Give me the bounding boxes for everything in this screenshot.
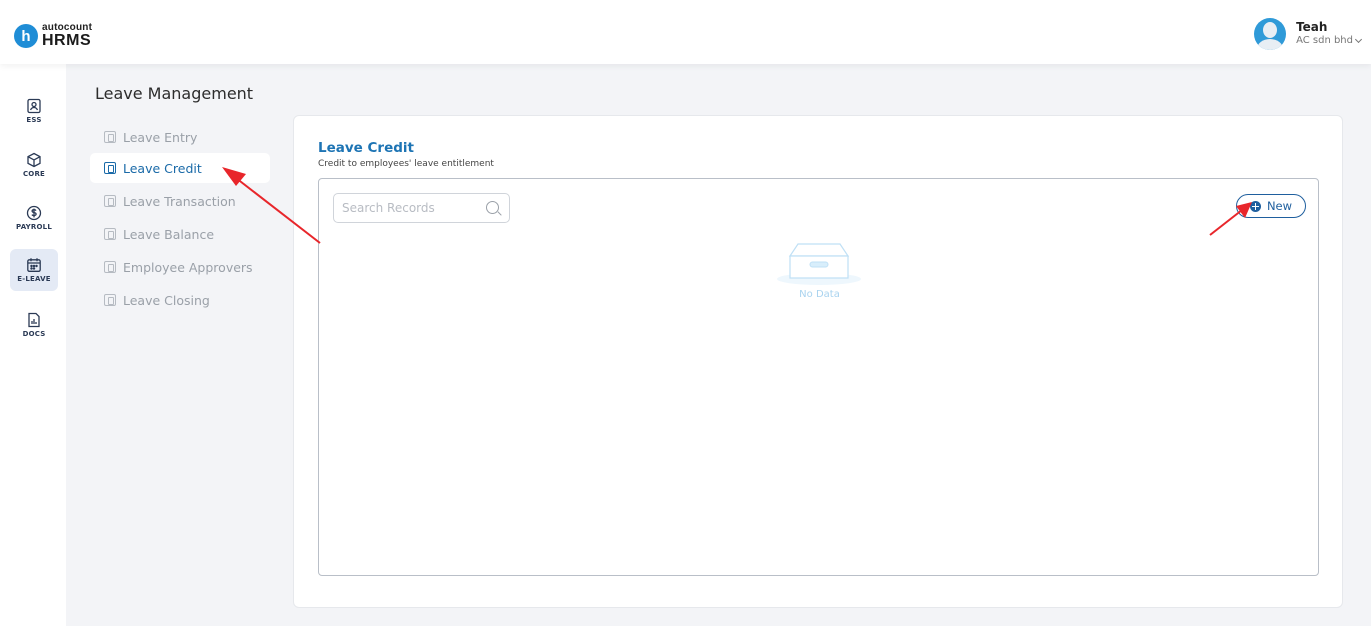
ess-icon <box>27 98 41 114</box>
rail-label: ESS <box>26 116 42 124</box>
top-header: h autocount HRMS Teah AC sdn bhd <box>0 0 1371 64</box>
new-button[interactable]: New <box>1236 194 1306 218</box>
document-icon <box>104 228 116 240</box>
document-icon <box>104 294 116 306</box>
new-button-label: New <box>1266 199 1293 213</box>
module-rail: ESS CORE PAYROLL E-LEAVE DOCS <box>0 64 66 626</box>
calendar-icon <box>27 258 41 272</box>
rail-label: E-LEAVE <box>17 275 51 283</box>
app-logo[interactable]: h autocount HRMS <box>14 22 92 50</box>
search-placeholder: Search Records <box>342 201 435 215</box>
submenu-label: Leave Balance <box>123 226 215 242</box>
submenu-label: Leave Transaction <box>123 193 236 209</box>
rail-item-payroll[interactable]: PAYROLL <box>10 197 58 239</box>
empty-box-icon <box>777 243 861 285</box>
document-icon <box>104 131 116 143</box>
submenu-item-leave-transaction[interactable]: Leave Transaction <box>90 186 270 216</box>
plus-circle-icon <box>1249 200 1261 212</box>
rail-label: CORE <box>22 170 46 178</box>
rail-item-core[interactable]: CORE <box>10 144 58 186</box>
rail-label: DOCS <box>22 330 46 338</box>
document-icon <box>104 261 116 273</box>
rail-label: PAYROLL <box>16 223 52 231</box>
user-menu[interactable]: Teah AC sdn bhd <box>1254 18 1363 50</box>
empty-state-text: No Data <box>799 289 840 300</box>
chevron-down-icon[interactable] <box>1354 35 1363 43</box>
dollar-icon <box>26 205 42 221</box>
records-panel: Search Records New No Data <box>318 178 1319 576</box>
submenu-item-leave-credit[interactable]: Leave Credit <box>90 153 270 183</box>
submenu-item-leave-closing[interactable]: Leave Closing <box>90 285 270 315</box>
rail-item-docs[interactable]: DOCS <box>10 304 58 346</box>
page-title: Leave Management <box>95 84 254 103</box>
docs-icon <box>28 312 40 328</box>
avatar[interactable] <box>1254 18 1287 50</box>
document-icon <box>104 195 116 207</box>
card-subtitle: Credit to employees' leave entitlement <box>318 159 494 169</box>
user-name: Teah <box>1296 20 1328 35</box>
search-input[interactable]: Search Records <box>333 193 510 223</box>
submenu-item-leave-entry[interactable]: Leave Entry <box>90 122 270 152</box>
logo-badge: h <box>14 24 38 48</box>
submenu-label: Employee Approvers <box>123 259 253 275</box>
rail-item-ess[interactable]: ESS <box>10 90 58 132</box>
rail-item-e-leave[interactable]: E-LEAVE <box>10 249 58 291</box>
document-icon <box>104 162 116 174</box>
submenu-label: Leave Credit <box>123 160 202 176</box>
leave-credit-card: Leave Credit Credit to employees' leave … <box>293 115 1343 608</box>
cube-icon <box>27 152 41 168</box>
submenu-label: Leave Closing <box>123 292 210 308</box>
submenu-item-leave-balance[interactable]: Leave Balance <box>90 219 270 249</box>
search-icon[interactable] <box>486 201 499 214</box>
user-company: AC sdn bhd <box>1296 35 1353 47</box>
submenu-item-employee-approvers[interactable]: Employee Approvers <box>90 252 270 282</box>
submenu-label: Leave Entry <box>123 129 198 145</box>
logo-product: HRMS <box>42 32 92 49</box>
card-title: Leave Credit <box>318 140 414 156</box>
